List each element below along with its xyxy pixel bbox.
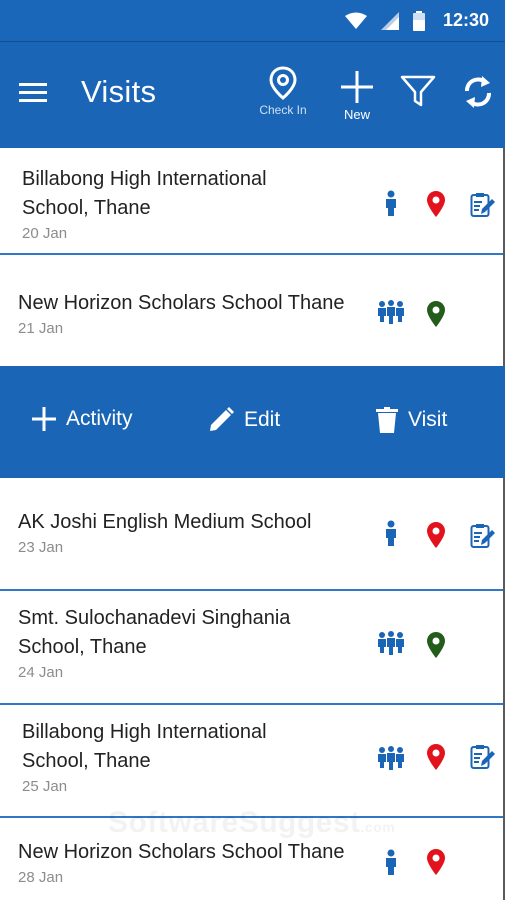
visit-row[interactable]: Billabong High International School, Than…	[0, 148, 505, 255]
school-name: Billabong High International School, Than…	[22, 168, 267, 219]
person-icon[interactable]	[384, 520, 398, 546]
visit-date: 23 Jan	[18, 539, 64, 556]
group-icon[interactable]	[376, 300, 406, 324]
school-name: New Horizon Scholars School Thane	[18, 841, 345, 863]
menu-icon[interactable]	[19, 80, 47, 104]
visit-date: 25 Jan	[22, 778, 68, 795]
new-label: New	[343, 107, 370, 122]
app-bar: Visits Check In New	[0, 42, 505, 148]
activity-label: Activity	[66, 407, 133, 430]
clipboard-edit-icon[interactable]	[470, 523, 496, 549]
trash-icon	[376, 407, 398, 433]
visit-date: 24 Jan	[18, 664, 64, 681]
add-activity-button[interactable]: Activity	[32, 407, 133, 431]
school-name: AK Joshi English Medium School	[18, 511, 312, 533]
pencil-icon	[210, 407, 234, 431]
new-visit-button[interactable]: New	[333, 70, 381, 122]
edit-button[interactable]: Edit	[208, 407, 280, 433]
visit-row[interactable]: New Horizon Scholars School Thane 28 Jan	[0, 818, 505, 900]
check-in-button[interactable]: Check In	[258, 66, 308, 117]
location-pin-icon[interactable]	[426, 521, 446, 549]
check-in-label: Check In	[259, 103, 307, 117]
group-icon[interactable]	[376, 631, 406, 655]
location-pin-icon[interactable]	[426, 190, 446, 218]
location-pin-icon[interactable]	[426, 631, 446, 659]
wifi-icon	[344, 12, 367, 29]
edit-label: Edit	[244, 408, 281, 431]
location-pin-icon[interactable]	[426, 848, 446, 876]
school-name: Billabong High International School, Than…	[22, 721, 267, 772]
visit-date: 21 Jan	[18, 320, 64, 337]
visit-row[interactable]: New Horizon Scholars School Thane 21 Jan	[0, 255, 505, 366]
person-icon[interactable]	[384, 849, 398, 875]
location-pin-icon	[269, 66, 297, 100]
school-name: New Horizon Scholars School Thane	[18, 292, 345, 314]
signal-icon	[380, 11, 399, 30]
plus-icon	[341, 71, 373, 103]
filter-icon[interactable]	[399, 74, 437, 108]
clipboard-edit-icon[interactable]	[470, 744, 496, 770]
row-action-bar: Activity Edit Visit	[0, 366, 505, 478]
page-title: Visits	[81, 74, 157, 109]
clipboard-edit-icon[interactable]	[470, 192, 496, 218]
clock-time: 12:30	[442, 10, 489, 30]
visit-row[interactable]: Smt. Sulochanadevi Singhania School, Than…	[0, 591, 505, 705]
visit-label: Visit	[408, 408, 448, 431]
person-icon[interactable]	[384, 190, 398, 216]
status-bar: 12:30	[0, 0, 505, 42]
location-pin-icon[interactable]	[426, 300, 446, 328]
location-pin-icon[interactable]	[426, 743, 446, 771]
visit-date: 28 Jan	[18, 869, 64, 886]
visit-date: 20 Jan	[22, 225, 68, 242]
sync-icon[interactable]	[462, 75, 494, 109]
school-name: Smt. Sulochanadevi Singhania School, Than…	[18, 607, 291, 658]
visit-row[interactable]: Billabong High International School, Than…	[0, 705, 505, 818]
group-icon[interactable]	[376, 746, 406, 770]
delete-visit-button[interactable]: Visit	[376, 407, 447, 433]
plus-icon	[32, 407, 56, 431]
visit-row[interactable]: AK Joshi English Medium School 23 Jan	[0, 478, 505, 591]
battery-icon	[412, 10, 425, 31]
